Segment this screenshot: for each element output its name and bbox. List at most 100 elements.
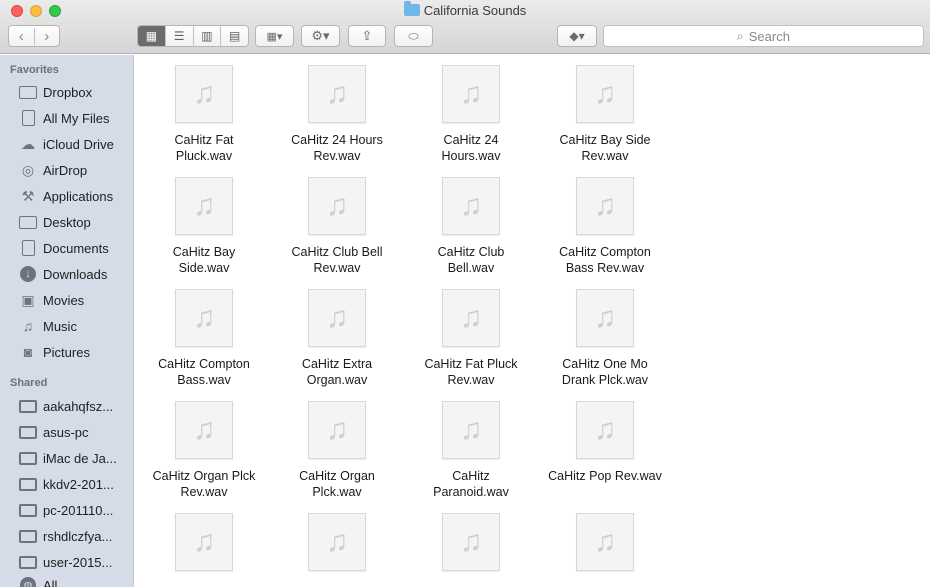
audio-file-icon: ♫ bbox=[175, 177, 233, 235]
sidebar-item-downloads[interactable]: ↓ Downloads bbox=[18, 264, 130, 284]
sidebar-item-music[interactable]: ♫ Music bbox=[18, 316, 130, 336]
sidebar-item-shared-computer[interactable]: pc-201110... bbox=[18, 500, 130, 520]
file-item[interactable]: ♫ CaHitz Organ Plck Rev.wav bbox=[144, 401, 264, 500]
pictures-icon: ◙ bbox=[23, 344, 33, 360]
column-view-button[interactable]: ▥ bbox=[194, 26, 222, 46]
file-name: CaHitz Fat Pluck Rev.wav bbox=[424, 357, 518, 387]
audio-file-icon: ♫ bbox=[308, 177, 366, 235]
file-item[interactable]: ♫ bbox=[411, 513, 531, 580]
sidebar-item-pictures[interactable]: ◙ Pictures bbox=[18, 342, 130, 362]
sidebar-item-label: Pictures bbox=[43, 344, 90, 360]
sidebar-item-label: Movies bbox=[43, 292, 85, 308]
search-placeholder: Search bbox=[748, 28, 790, 44]
file-item[interactable]: ♫ CaHitz Bay Side.wav bbox=[144, 177, 264, 276]
audio-file-icon: ♫ bbox=[576, 65, 634, 123]
sidebar-item-desktop[interactable]: Desktop bbox=[18, 212, 130, 232]
computer-icon bbox=[18, 398, 38, 414]
file-item[interactable]: ♫ CaHitz Organ Plck.wav bbox=[277, 401, 397, 500]
sidebar-item-shared-computer[interactable]: kkdv2-201... bbox=[18, 474, 130, 494]
arrange-button[interactable]: ▦▾ bbox=[255, 25, 294, 47]
forward-button[interactable]: › bbox=[35, 28, 60, 45]
search-field[interactable]: ⌕ Search bbox=[603, 25, 924, 47]
cover-flow-button[interactable]: ▤ bbox=[221, 26, 248, 46]
sidebar-item-label: asus-pc bbox=[43, 424, 89, 440]
sidebar-item-label: All... bbox=[43, 577, 69, 587]
sidebar-item-label: Desktop bbox=[43, 214, 91, 230]
sidebar-item-dropbox[interactable]: Dropbox bbox=[18, 82, 130, 102]
sidebar-item-shared-computer[interactable]: user-2015... bbox=[18, 552, 130, 572]
file-name: CaHitz Pop Rev.wav bbox=[548, 469, 662, 483]
audio-file-icon: ♫ bbox=[576, 177, 634, 235]
dropbox-button[interactable]: ◆▾ bbox=[557, 25, 597, 47]
file-item[interactable]: ♫ CaHitz 24 Hours.wav bbox=[411, 65, 531, 164]
file-item[interactable]: ♫ bbox=[144, 513, 264, 580]
back-button[interactable]: ‹ bbox=[9, 27, 35, 45]
audio-file-icon: ♫ bbox=[308, 401, 366, 459]
audio-file-icon: ♫ bbox=[576, 289, 634, 347]
window-title: California Sounds bbox=[0, 1, 930, 18]
file-item[interactable]: ♫ CaHitz Club Bell Rev.wav bbox=[277, 177, 397, 276]
audio-file-icon: ♫ bbox=[308, 65, 366, 123]
audio-file-icon: ♫ bbox=[442, 289, 500, 347]
file-name: CaHitz Fat Pluck.wav bbox=[174, 133, 234, 163]
file-item[interactable]: ♫ CaHitz Paranoid.wav bbox=[411, 401, 531, 500]
music-icon: ♫ bbox=[22, 318, 34, 334]
sidebar-item-label: iCloud Drive bbox=[43, 136, 114, 152]
audio-file-icon: ♫ bbox=[175, 65, 233, 123]
sidebar-item-all-my-files[interactable]: All My Files bbox=[18, 108, 130, 128]
shared-header: Shared bbox=[10, 377, 48, 389]
file-item[interactable]: ♫ CaHitz One Mo Drank Plck.wav bbox=[545, 289, 665, 388]
computer-icon bbox=[18, 450, 38, 466]
desktop-icon bbox=[18, 214, 38, 230]
file-item[interactable]: ♫ bbox=[277, 513, 397, 580]
file-item[interactable]: ♫ CaHitz Compton Bass.wav bbox=[144, 289, 264, 388]
file-item[interactable]: ♫ bbox=[545, 513, 665, 580]
sidebar-item-shared-all[interactable]: ◍ All... bbox=[18, 575, 130, 587]
sidebar-item-label: user-2015... bbox=[43, 554, 113, 570]
file-name: CaHitz Bay Side.wav bbox=[172, 245, 236, 275]
sidebar-item-airdrop[interactable]: ◎ AirDrop bbox=[18, 160, 130, 180]
sidebar-item-shared-computer[interactable]: rshdlczfya... bbox=[18, 526, 130, 546]
audio-file-icon: ♫ bbox=[442, 65, 500, 123]
file-item[interactable]: ♫ CaHitz 24 Hours Rev.wav bbox=[277, 65, 397, 164]
downloads-icon: ↓ bbox=[18, 266, 38, 282]
applications-icon: ⚒ bbox=[21, 187, 35, 204]
sidebar-item-icloud-drive[interactable]: ☁ iCloud Drive bbox=[18, 134, 130, 154]
sidebar-item-label: pc-201110... bbox=[43, 502, 114, 518]
sidebar-item-movies[interactable]: ▣ Movies bbox=[18, 290, 130, 310]
list-view-button[interactable]: ☰ bbox=[166, 26, 194, 46]
sidebar-item-label: rshdlczfya... bbox=[43, 528, 113, 544]
sidebar-item-shared-computer[interactable]: aakahqfsz... bbox=[18, 396, 130, 416]
file-item[interactable]: ♫ CaHitz Fat Pluck Rev.wav bbox=[411, 289, 531, 388]
file-item[interactable]: ♫ CaHitz Fat Pluck.wav bbox=[144, 65, 264, 164]
sidebar-item-documents[interactable]: Documents bbox=[18, 238, 130, 258]
file-name: CaHitz Organ Plck.wav bbox=[299, 469, 375, 499]
sidebar-item-label: Documents bbox=[43, 240, 109, 256]
file-name: CaHitz One Mo Drank Plck.wav bbox=[561, 357, 649, 387]
file-name: CaHitz Bay Side Rev.wav bbox=[559, 133, 651, 163]
sidebar-item-shared-computer[interactable]: iMac de Ja... bbox=[18, 448, 130, 468]
computer-icon bbox=[18, 476, 38, 492]
audio-file-icon: ♫ bbox=[308, 289, 366, 347]
window-title-text: California Sounds bbox=[423, 3, 527, 18]
audio-file-icon: ♫ bbox=[576, 513, 634, 571]
file-name: CaHitz 24 Hours.wav bbox=[441, 133, 501, 163]
share-button[interactable]: ⇪ bbox=[348, 25, 386, 47]
sidebar-item-shared-computer[interactable]: asus-pc bbox=[18, 422, 130, 442]
file-item[interactable]: ♫ CaHitz Pop Rev.wav bbox=[545, 401, 665, 484]
sidebar-item-applications[interactable]: ⚒ Applications bbox=[18, 186, 130, 206]
file-name: CaHitz Compton Bass Rev.wav bbox=[559, 245, 651, 275]
audio-file-icon: ♫ bbox=[442, 401, 500, 459]
file-name: CaHitz Organ Plck Rev.wav bbox=[152, 469, 256, 499]
file-item[interactable]: ♫ CaHitz Compton Bass Rev.wav bbox=[545, 177, 665, 276]
view-mode-control: ▦ ☰ ▥ ▤ bbox=[137, 25, 249, 47]
audio-file-icon: ♫ bbox=[442, 177, 500, 235]
file-item[interactable]: ♫ CaHitz Bay Side Rev.wav bbox=[545, 65, 665, 164]
search-icon: ⌕ bbox=[737, 28, 744, 43]
icon-view-button[interactable]: ▦ bbox=[138, 26, 166, 46]
file-item[interactable]: ♫ CaHitz Extra Organ.wav bbox=[277, 289, 397, 388]
tags-button[interactable]: ⬭ bbox=[394, 25, 433, 47]
computer-icon bbox=[18, 502, 38, 518]
action-button[interactable]: ⚙▾ bbox=[301, 25, 340, 47]
file-item[interactable]: ♫ CaHitz Club Bell.wav bbox=[411, 177, 531, 276]
